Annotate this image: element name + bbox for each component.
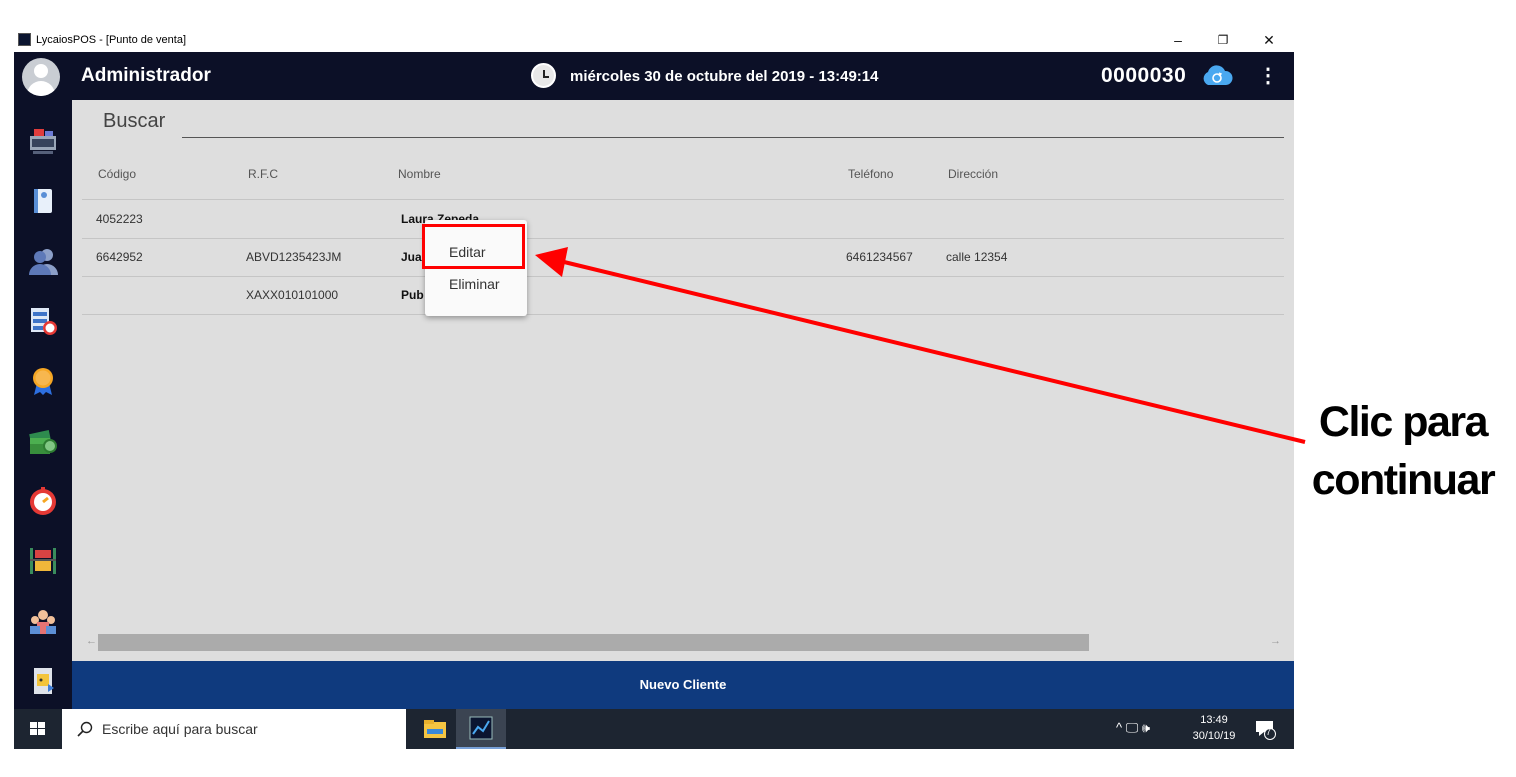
- annotation-text: Clic para continuar: [1300, 393, 1506, 509]
- annotation-line-1: Clic para: [1318, 398, 1489, 446]
- annotation-arrow: [535, 247, 1306, 444]
- annotation-line-2: continuar: [1311, 456, 1496, 504]
